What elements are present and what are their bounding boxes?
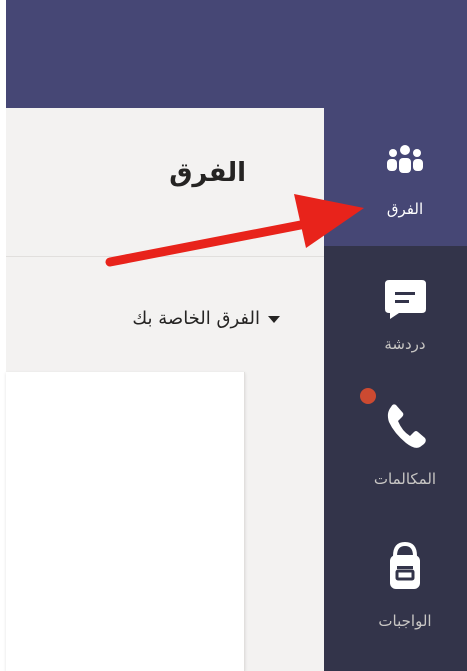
team-card[interactable] xyxy=(6,372,245,671)
rail-label-assignments: الواجبات xyxy=(378,612,432,630)
top-bar xyxy=(6,0,467,108)
rail-label-calls: المكالمات xyxy=(373,470,437,488)
rail-item-assignments[interactable]: الواجبات xyxy=(324,522,467,660)
your-teams-toggle[interactable]: الفرق الخاصة بك xyxy=(132,308,280,329)
your-teams-label: الفرق الخاصة بك xyxy=(132,308,260,329)
rail-item-teams[interactable]: الفرق xyxy=(324,108,467,246)
rail-item-calls[interactable]: المكالمات xyxy=(324,384,467,522)
teams-app-screen: الفرق الفرق الخاصة بك الفرق دردشة المكال… xyxy=(0,0,467,671)
page-title: الفرق xyxy=(169,158,246,188)
caret-down-icon xyxy=(268,316,280,323)
assignments-icon xyxy=(390,542,420,589)
calls-notification-dot xyxy=(360,388,376,404)
teams-icon xyxy=(387,145,423,173)
rail-label-teams: الفرق xyxy=(386,200,424,218)
phone-icon xyxy=(387,404,426,448)
chat-icon xyxy=(385,280,426,319)
page-header: الفرق xyxy=(6,108,324,257)
teams-main-pane: الفرق الفرق الخاصة بك xyxy=(6,108,324,671)
rail-item-chat[interactable]: دردشة xyxy=(324,246,467,384)
rail-label-chat: دردشة xyxy=(384,335,426,353)
app-rail: الفرق دردشة المكالمات الواجبات xyxy=(324,108,467,671)
